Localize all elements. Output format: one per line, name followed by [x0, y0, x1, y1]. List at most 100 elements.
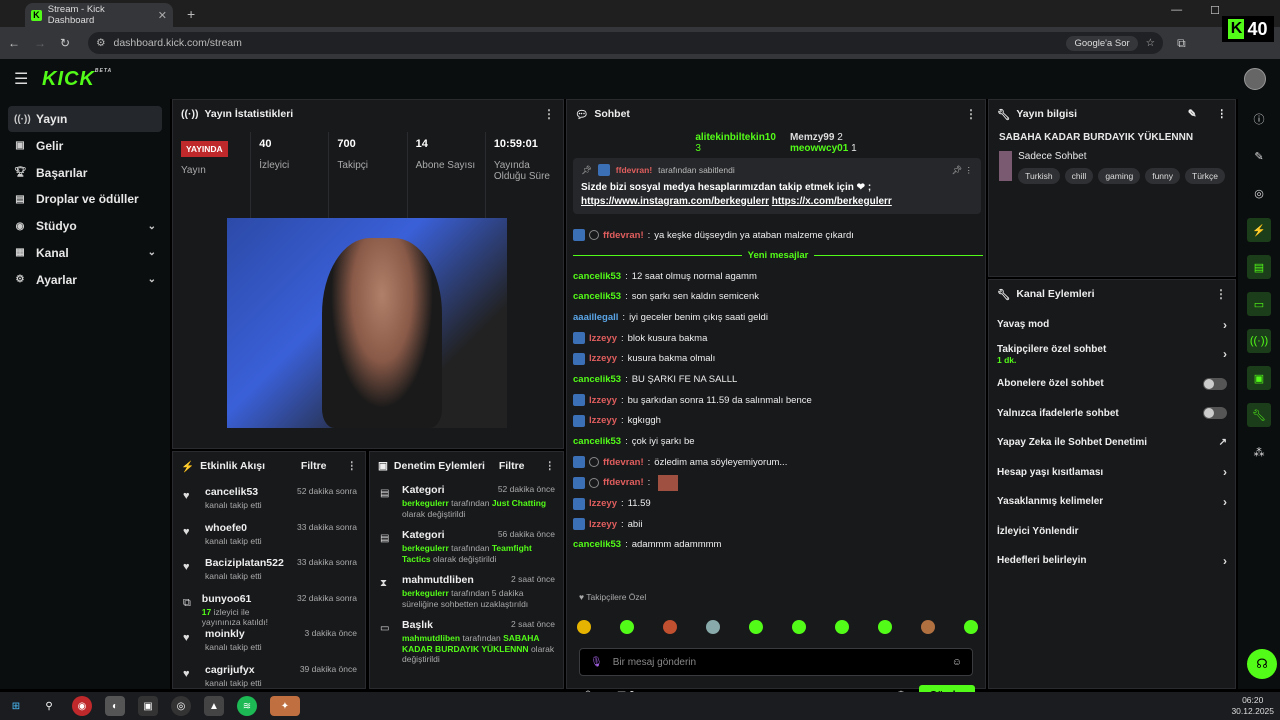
chat-message[interactable]: cancelik53: adammm adammmm — [573, 535, 983, 556]
stream-preview[interactable] — [227, 218, 507, 428]
instagram-link[interactable]: https://www.instagram.com/berkegulerr — [581, 196, 769, 207]
x-link[interactable]: https://x.com/berkegulerr — [772, 196, 892, 207]
kick-logo[interactable]: KICKBETA — [42, 68, 112, 91]
sidebar-item-ayarlar[interactable]: ⚙ Ayarlar ⌄ — [8, 267, 162, 293]
chat-input[interactable]: 🎙︎ Bir mesaj gönderin ☺ — [579, 648, 973, 676]
spotify-icon[interactable]: ≋ — [237, 696, 257, 716]
chat-message[interactable]: cancelik53: çok iyi şarkı be — [573, 431, 983, 452]
filter-button[interactable]: Filtre — [301, 460, 327, 472]
sidebar-item-basarilar[interactable]: 🏆︎ Başarılar — [8, 160, 162, 186]
new-tab-icon[interactable]: + — [187, 6, 195, 22]
chat-message[interactable]: cancelik53: son şarkı sen kaldın semicenk — [573, 286, 983, 307]
search-icon[interactable]: ⚲ — [39, 696, 59, 716]
filter-button[interactable]: Filtre — [499, 460, 525, 472]
sidebar-item-gelir[interactable]: ▣ Gelir — [8, 133, 162, 159]
unpin-icon[interactable]: 📌︎ ⋮ — [951, 165, 973, 176]
windows-start-icon[interactable]: ⊞ — [6, 696, 26, 716]
avatar[interactable] — [1244, 68, 1266, 90]
more-icon[interactable]: ⋮ — [347, 460, 358, 472]
chat-message[interactable]: cancelik53:12 saat olmuş normal agamm — [573, 266, 983, 287]
extensions-icon[interactable]: ⧉ — [1177, 36, 1186, 51]
app-icon[interactable]: ▣ — [138, 696, 158, 716]
emote-icon[interactable] — [835, 620, 849, 634]
google-ask-button[interactable]: Google'a Sor — [1066, 35, 1138, 51]
channel-action-item[interactable]: Hesap yaşı kısıtlaması › — [989, 458, 1235, 488]
toggle-switch[interactable] — [1203, 377, 1227, 390]
more-icon[interactable]: ⋮ — [1217, 108, 1228, 120]
emote-icon[interactable] — [964, 620, 978, 634]
menu-icon[interactable]: ☰ — [14, 69, 34, 89]
emote-icon[interactable] — [792, 620, 806, 634]
bolt-icon[interactable]: ⚡ — [1247, 218, 1271, 242]
sidebar-item-droplar[interactable]: ▤ Droplar ve ödüller — [8, 186, 162, 212]
forward-icon[interactable]: → — [34, 36, 46, 50]
chat-message[interactable]: aaaillegall: iyi geceler benim çıkış saat… — [573, 307, 983, 328]
channel-action-item[interactable]: Abonelere özel sohbet — [989, 369, 1235, 399]
pinned-message[interactable]: 📌︎ ffdevran! tarafından sabitlendi 📌︎ ⋮ Siz… — [573, 158, 981, 214]
reload-icon[interactable]: ↻ — [60, 36, 70, 50]
close-icon[interactable]: ✕ — [158, 9, 167, 22]
address-bar[interactable]: ⚙ dashboard.kick.com/stream Google'a Sor… — [88, 32, 1164, 54]
wrench-icon[interactable]: 🔧︎ — [1247, 403, 1271, 427]
support-icon[interactable]: ☊ — [1247, 649, 1277, 679]
app-icon[interactable]: ✦ — [270, 696, 300, 716]
tag-chip[interactable]: funny — [1145, 168, 1181, 184]
app-icon[interactable]: ▲ — [204, 696, 224, 716]
info-icon[interactable]: ⓘ — [1247, 107, 1271, 131]
channel-action-item[interactable]: İzleyici Yönlendir — [989, 517, 1235, 547]
toggle-switch[interactable] — [1203, 407, 1227, 420]
broadcast-icon[interactable]: ((·)) — [1247, 329, 1271, 353]
channel-action-item[interactable]: Yalnızca ifadelerle sohbet — [989, 399, 1235, 429]
clipboard-icon[interactable]: ▤ — [1247, 255, 1271, 279]
channel-action-item[interactable]: Yavaş mod › — [989, 310, 1235, 340]
minimize-icon[interactable]: — — [1171, 4, 1182, 17]
emote-icon[interactable] — [706, 620, 720, 634]
channel-action-item[interactable]: Yasaklanmış kelimeler › — [989, 487, 1235, 517]
more-icon[interactable]: ⋮ — [965, 107, 977, 121]
back-icon[interactable]: ← — [8, 36, 20, 50]
sidebar-item-studyo[interactable]: ◉ Stüdyo ⌄ — [8, 213, 162, 239]
chat-message[interactable]: ffdevran!: özledim ama söyleyemiyorum... — [573, 452, 983, 473]
tag-chip[interactable]: Turkish — [1018, 168, 1060, 184]
camera-icon[interactable]: ◎ — [1247, 181, 1271, 205]
chat-message[interactable]: lzzeyy: kusura bakma olmalı — [573, 348, 983, 369]
mic-icon[interactable]: 🎙︎ — [590, 657, 603, 668]
emote-icon[interactable] — [663, 620, 677, 634]
chat-message[interactable]: ffdevran!: — [573, 473, 983, 494]
edit-icon[interactable]: ✎ — [1188, 108, 1197, 120]
app-icon[interactable]: ◉ — [72, 696, 92, 716]
emote-icon[interactable] — [921, 620, 935, 634]
emote-icon[interactable] — [878, 620, 892, 634]
chat-message[interactable]: cancelik53: BU ŞARKI FE NA SALLL — [573, 369, 983, 390]
tag-chip[interactable]: gaming — [1098, 168, 1141, 184]
site-info-icon[interactable]: ⚙ — [96, 37, 105, 49]
chat-message[interactable]: lzzeyy:11.59 — [573, 493, 983, 514]
emote-icon[interactable] — [749, 620, 763, 634]
browser-tab[interactable]: K Stream - Kick Dashboard ✕ — [25, 3, 173, 27]
channel-action-item[interactable]: Yapay Zeka ile Sohbet Denetimi ↗ — [989, 428, 1235, 458]
channel-action-item[interactable]: Takipçilere özel sohbet 1 dk. › — [989, 340, 1235, 370]
bookmark-icon[interactable]: ☆ — [1146, 37, 1155, 49]
edit-icon[interactable]: ✎ — [1247, 144, 1271, 168]
sidebar-item-kanal[interactable]: ▦ Kanal ⌄ — [8, 240, 162, 266]
obs-icon[interactable]: ◎ — [171, 696, 191, 716]
emoji-icon[interactable]: ☺ — [952, 657, 962, 668]
chat-message[interactable]: ffdevran!: ya keşke düşseydin ya ataban m… — [573, 225, 983, 246]
tag-chip[interactable]: chill — [1064, 168, 1094, 184]
mod-icon[interactable]: ▣ — [1247, 366, 1271, 390]
sidebar-item-yayin[interactable]: ((·)) Yayın — [8, 106, 162, 132]
more-icon[interactable]: ⋮ — [543, 107, 555, 121]
emote-icon[interactable] — [620, 620, 634, 634]
points-icon[interactable]: ⁂ — [1247, 440, 1271, 464]
channel-action-item[interactable]: Hedefleri belirleyin › — [989, 546, 1235, 576]
tag-chip[interactable]: Türkçe — [1185, 168, 1225, 184]
maximize-icon[interactable]: ☐ — [1210, 4, 1220, 17]
chat-message[interactable]: lzzeyy: kgkıggh — [573, 411, 983, 432]
chat-message[interactable]: lzzeyy: abii — [573, 514, 983, 535]
clock[interactable]: 06:20 30.12.2025 — [1231, 695, 1274, 716]
chat-message[interactable]: lzzeyy: bu şarkıdan sonra 11.59 da salınm… — [573, 390, 983, 411]
chat-message[interactable]: lzzeyy: blok kusura bakma — [573, 328, 983, 349]
chat-icon[interactable]: ▭ — [1247, 292, 1271, 316]
more-icon[interactable]: ⋮ — [1215, 287, 1227, 301]
emote-icon[interactable] — [577, 620, 591, 634]
